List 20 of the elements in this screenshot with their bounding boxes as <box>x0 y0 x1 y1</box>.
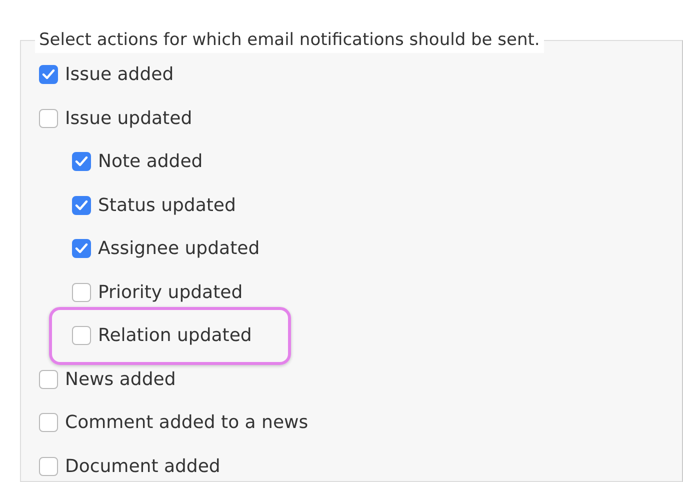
checkbox[interactable] <box>72 196 91 215</box>
checkbox[interactable] <box>39 456 58 476</box>
checkbox[interactable] <box>39 65 58 84</box>
checkbox[interactable] <box>39 370 58 389</box>
checkbox-label[interactable]: Assignee updated <box>98 235 260 262</box>
checkbox[interactable] <box>39 108 58 128</box>
checkbox-label[interactable]: Document added <box>65 452 220 480</box>
checkbox-label[interactable]: Issue updated <box>65 104 192 132</box>
checkbox[interactable] <box>72 326 91 346</box>
checkbox[interactable] <box>72 152 91 172</box>
checkbox[interactable] <box>72 239 91 258</box>
checkbox-label[interactable]: Comment added to a news <box>65 409 308 436</box>
checkbox-label[interactable]: News added <box>65 366 176 393</box>
checkbox[interactable] <box>39 413 58 432</box>
checkbox-label[interactable]: Status updated <box>98 192 236 219</box>
checkbox[interactable] <box>72 282 91 302</box>
checkbox-label[interactable]: Issue added <box>65 61 174 88</box>
checkbox-label[interactable]: Relation updated <box>98 322 252 350</box>
checkbox-label[interactable]: Note added <box>98 148 203 176</box>
checkbox-label[interactable]: Priority updated <box>98 278 243 306</box>
